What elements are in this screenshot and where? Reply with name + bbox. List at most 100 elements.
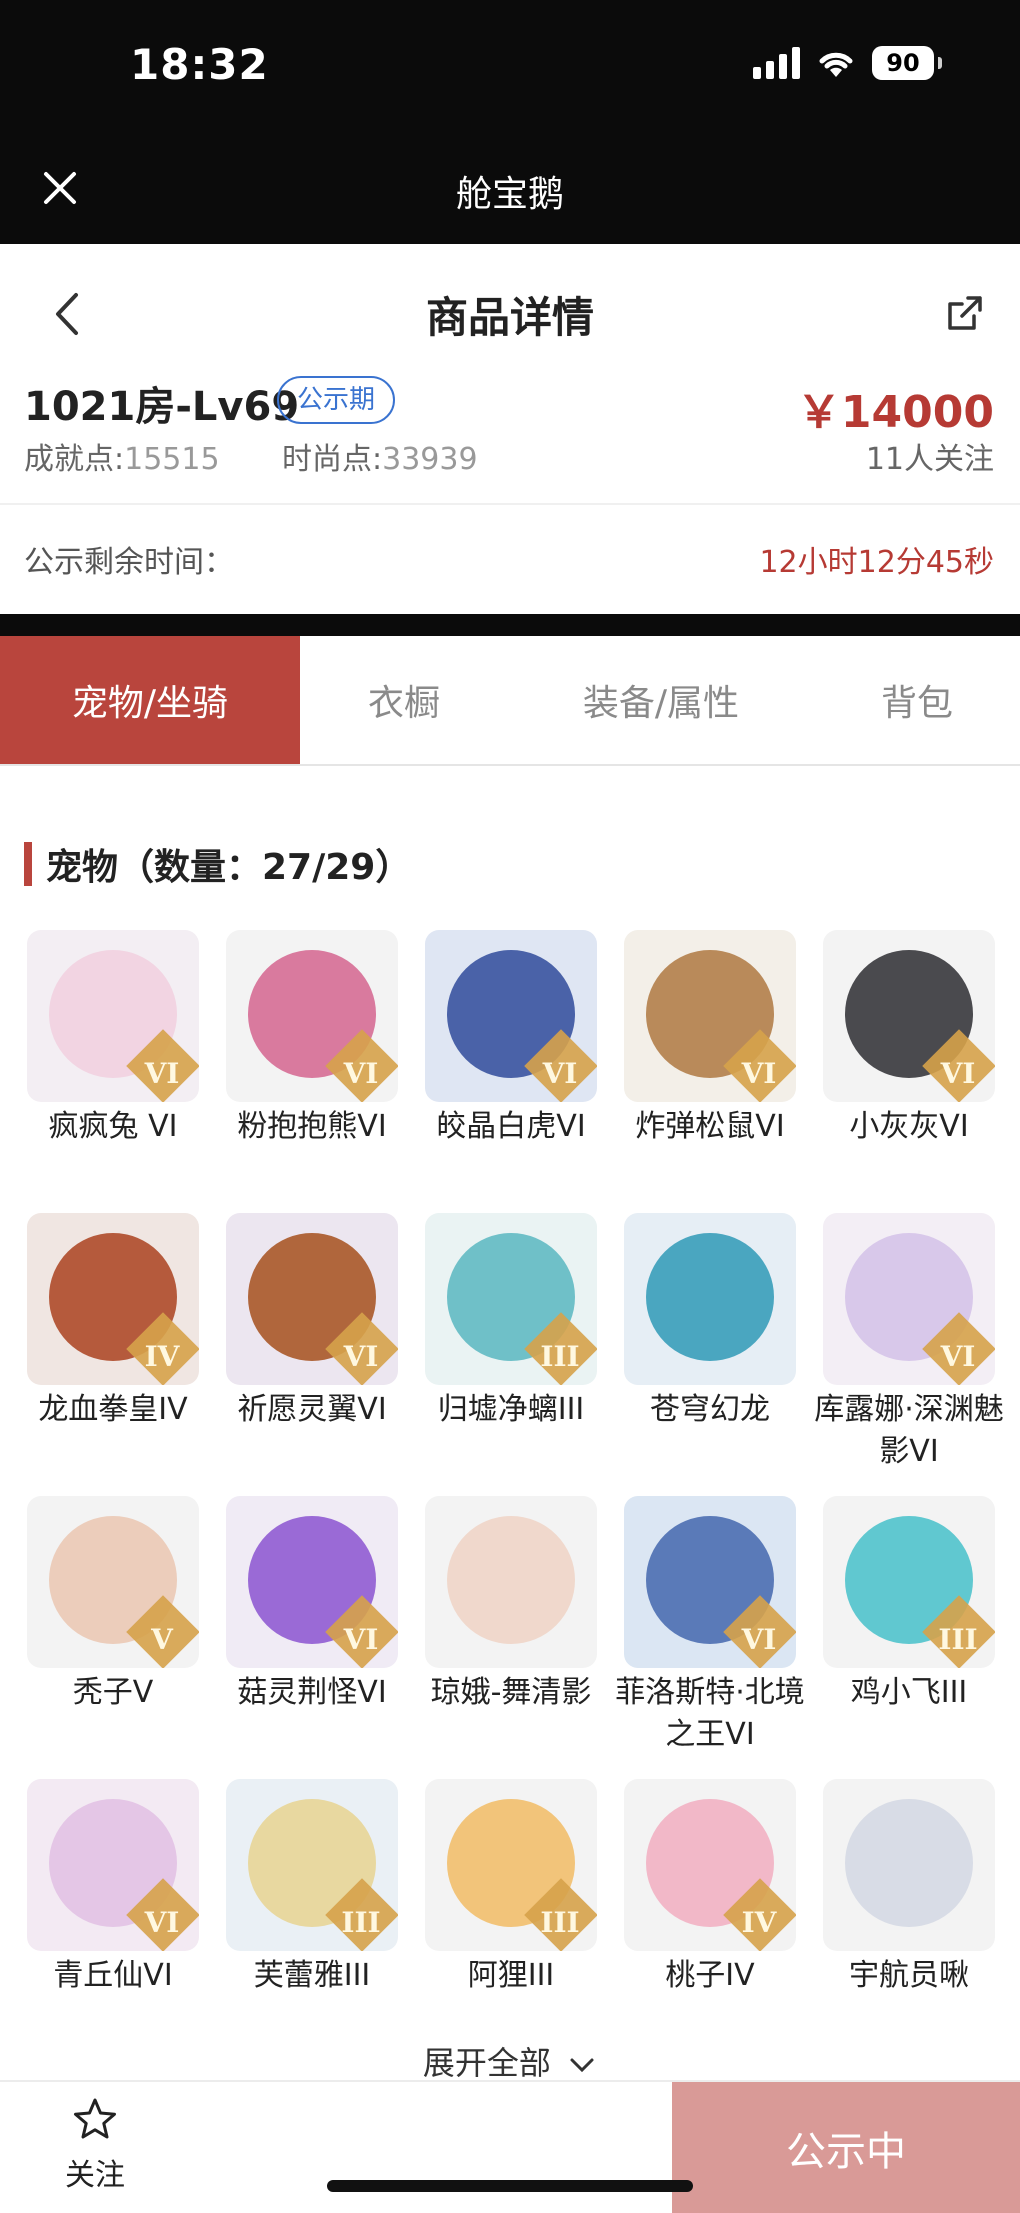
tab-backpack[interactable]: 背包	[814, 636, 1020, 764]
tier-label: VI	[343, 1623, 379, 1656]
tier-label: IV	[741, 1906, 777, 1939]
tier-label: V	[151, 1623, 173, 1656]
tab-bar: 宠物/坐骑 衣橱 装备/属性 背包	[0, 636, 1020, 766]
pet-name: 桃子IV	[665, 1958, 755, 1993]
pet-name: 小灰灰VI	[849, 1109, 969, 1144]
page-header: 商品详情	[0, 244, 1020, 374]
webview-title: 舱宝鹅	[455, 174, 564, 215]
status-badge: 公示期	[277, 376, 396, 424]
pet-item[interactable]: V 秃子V	[26, 1496, 200, 1779]
pet-avatar	[447, 1516, 575, 1644]
pet-item[interactable]: VI 小灰灰VI	[822, 930, 996, 1213]
product-price: ￥14000	[796, 387, 994, 438]
pet-item[interactable]: III 归墟净螭III	[424, 1213, 598, 1496]
signal-icon	[753, 47, 800, 79]
expand-all-button[interactable]: 展开全部	[0, 2038, 1020, 2084]
tier-label: III	[341, 1906, 381, 1939]
pet-name: 龙血拳皇IV	[38, 1392, 188, 1427]
tab-equipment[interactable]: 装备/属性	[508, 636, 814, 764]
publicity-status-button[interactable]: 公示中	[672, 2082, 1020, 2213]
tier-label: VI	[343, 1057, 379, 1090]
fashion-stat: 时尚点:33939	[282, 434, 478, 478]
pet-thumbnail: VI	[624, 1496, 796, 1668]
pet-avatar	[845, 1799, 973, 1927]
achievement-stat: 成就点:15515	[24, 434, 220, 478]
pet-item[interactable]: VI 粉抱抱熊VI	[225, 930, 399, 1213]
pet-item[interactable]: III 芙蕾雅III	[225, 1779, 399, 2062]
pet-thumbnail	[823, 1779, 995, 1951]
pet-name: 皎晶白虎VI	[436, 1109, 586, 1144]
pet-thumbnail: VI	[226, 1496, 398, 1668]
achievement-value: 15515	[124, 442, 220, 477]
section-title: 宠物（数量：27/29）	[46, 847, 412, 888]
tier-label: VI	[542, 1057, 578, 1090]
pet-thumbnail: VI	[624, 930, 796, 1102]
bottom-action-bar: 关注 公示中	[0, 2080, 1020, 2213]
pet-item[interactable]: VI 菇灵荆怪VI	[225, 1496, 399, 1779]
pet-name: 秃子V	[72, 1675, 154, 1710]
pet-item[interactable]: VI 库露娜·深渊魅影VI	[814, 1213, 1004, 1496]
pet-thumbnail: IV	[27, 1213, 199, 1385]
tier-label: VI	[940, 1340, 976, 1373]
expand-label: 展开全部	[422, 2044, 551, 2082]
pet-item[interactable]: VI 皎晶白虎VI	[424, 930, 598, 1213]
follow-label: 关注	[65, 2158, 125, 2193]
tier-label: III	[938, 1623, 978, 1656]
follow-button[interactable]: 关注	[40, 2096, 150, 2206]
tier-label: IV	[144, 1340, 180, 1373]
pet-name: 祈愿灵翼VI	[237, 1392, 387, 1427]
tier-label: III	[540, 1906, 580, 1939]
pet-name: 粉抱抱熊VI	[237, 1109, 387, 1144]
pet-item[interactable]: IV 桃子IV	[623, 1779, 797, 2062]
page-title: 商品详情	[425, 293, 594, 342]
pet-name: 苍穹幻龙	[650, 1392, 770, 1427]
pet-name: 青丘仙VI	[53, 1958, 173, 1993]
star-icon	[74, 2098, 116, 2139]
pet-name: 鸡小飞III	[850, 1675, 968, 1710]
wifi-icon	[819, 52, 853, 77]
status-icons: 90	[753, 46, 942, 80]
pet-item[interactable]: VI 炸弹松鼠VI	[623, 930, 797, 1213]
pet-avatar	[646, 1233, 774, 1361]
pet-item[interactable]: VI 祈愿灵翼VI	[225, 1213, 399, 1496]
tab-pets-mounts[interactable]: 宠物/坐骑	[0, 636, 300, 764]
pet-name: 疯疯兔 VI	[48, 1109, 178, 1144]
pet-item[interactable]: 琼娥-舞清影	[424, 1496, 598, 1779]
section-accent-bar	[24, 842, 32, 886]
pet-item[interactable]: IV 龙血拳皇IV	[26, 1213, 200, 1496]
tier-label: VI	[343, 1340, 379, 1373]
countdown-value: 12小时12分45秒	[759, 545, 994, 580]
pet-name: 菇灵荆怪VI	[237, 1675, 387, 1710]
pet-thumbnail	[624, 1213, 796, 1385]
pet-thumbnail	[425, 1496, 597, 1668]
achievement-label: 成就点:	[24, 442, 125, 477]
pet-thumbnail: III	[425, 1213, 597, 1385]
tier-label: VI	[741, 1057, 777, 1090]
pet-grid: VI 疯疯兔 VI VI 粉抱抱熊VI VI 皎晶白虎VI VI 炸弹松鼠VI VI 小灰灰VI I…	[26, 930, 1004, 2062]
pet-name: 琼娥-舞清影	[430, 1675, 592, 1710]
pets-section-header: 宠物（数量：27/29）	[24, 838, 411, 890]
pet-item[interactable]: III 阿狸III	[424, 1779, 598, 2062]
pet-item[interactable]: VI 青丘仙VI	[26, 1779, 200, 2062]
pet-name: 阿狸III	[467, 1958, 555, 1993]
follower-count: 11人关注	[865, 442, 994, 477]
tab-wardrobe[interactable]: 衣橱	[300, 636, 508, 764]
fashion-value: 33939	[382, 442, 478, 477]
tier-label: VI	[940, 1057, 976, 1090]
pet-thumbnail: VI	[823, 930, 995, 1102]
tier-label: VI	[144, 1906, 180, 1939]
pet-item[interactable]: III 鸡小飞III	[822, 1496, 996, 1779]
share-icon[interactable]	[944, 294, 984, 334]
pet-name: 炸弹松鼠VI	[635, 1109, 785, 1144]
pet-item[interactable]: 苍穹幻龙	[623, 1213, 797, 1496]
pet-item[interactable]: VI 疯疯兔 VI	[26, 930, 200, 1213]
pet-thumbnail: III	[425, 1779, 597, 1951]
pet-item[interactable]: VI 菲洛斯特·北境之王VI	[615, 1496, 805, 1779]
pet-name: 库露娜·深渊魅影VI	[814, 1392, 1004, 1469]
pet-thumbnail: IV	[624, 1779, 796, 1951]
pet-thumbnail: VI	[823, 1213, 995, 1385]
pet-thumbnail: VI	[27, 1779, 199, 1951]
pet-item[interactable]: 宇航员啾	[822, 1779, 996, 2062]
pet-thumbnail: VI	[425, 930, 597, 1102]
pet-name: 归墟净螭III	[437, 1392, 585, 1427]
